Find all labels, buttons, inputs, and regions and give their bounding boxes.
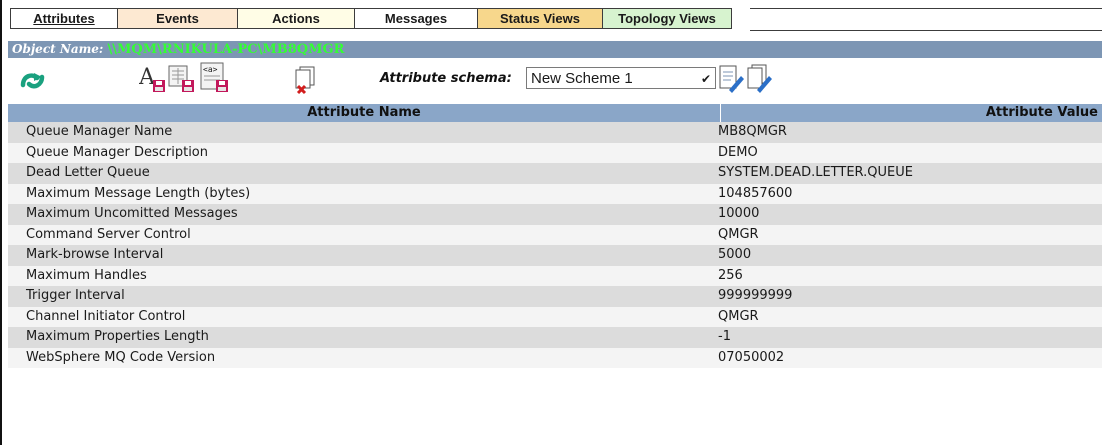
table-row[interactable]: Queue Manager Name MB8QMGR [8, 122, 1102, 143]
chevron-down-icon: ✔ [700, 72, 711, 86]
attribute-value-cell: 999999999 [718, 288, 793, 303]
tab-status-views[interactable]: Status Views [477, 8, 602, 29]
attribute-name-cell: Maximum Properties Length [26, 329, 209, 344]
table-row[interactable]: Maximum Uncomitted Messages 10000 [8, 204, 1102, 225]
attribute-name-cell: Maximum Uncomitted Messages [26, 206, 238, 221]
table-row[interactable]: Command Server Control QMGR [8, 224, 1102, 245]
object-name-value: \\MQM\RNIKULA-PC\MB8QMGR [107, 42, 345, 57]
delete-icon[interactable] [294, 66, 318, 100]
object-name-caption: Object Name: [12, 42, 104, 56]
attribute-value-cell: MB8QMGR [718, 124, 787, 139]
attribute-schema-label: Attribute schema: [380, 71, 512, 86]
tab-actions[interactable]: Actions [237, 8, 354, 29]
attribute-name-cell: Command Server Control [26, 226, 191, 242]
tab-messages[interactable]: Messages [354, 8, 477, 29]
object-name-bar: Object Name: \\MQM\RNIKULA-PC\MB8QMGR [8, 41, 1102, 58]
table-row[interactable]: WebSphere MQ Code Version 07050002 [8, 347, 1102, 368]
table-row[interactable]: Trigger Interval 999999999 [8, 286, 1102, 307]
attribute-name-cell: Channel Initiator Control [26, 308, 186, 324]
attribute-value-cell: 10000 [718, 206, 760, 221]
attribute-name-cell: Dead Letter Queue [26, 165, 150, 180]
attribute-value-header[interactable]: Attribute Value [720, 104, 1102, 122]
attribute-name-cell: Mark-browse Interval [26, 247, 164, 262]
attribute-schema-select[interactable]: New Scheme 1 ✔ [526, 67, 716, 89]
tab-events[interactable]: Events [117, 8, 237, 29]
attribute-value-cell: -1 [718, 329, 731, 344]
edit-schema-icon[interactable] [719, 64, 745, 98]
save-xml-icon[interactable]: <a> [200, 62, 230, 98]
attribute-name-cell: Queue Manager Description [26, 144, 208, 160]
tab-attributes[interactable]: Attributes [10, 8, 117, 29]
attribute-name-cell: WebSphere MQ Code Version [26, 349, 216, 365]
attribute-value-cell: 104857600 [718, 185, 793, 201]
attribute-value-cell: 256 [718, 267, 743, 283]
new-schema-icon[interactable] [747, 64, 775, 98]
attribute-name-cell: Queue Manager Name [26, 124, 173, 139]
object-name-label: Object Name: \\MQM\RNIKULA-PC\MB8QMGR [12, 41, 344, 58]
attribute-value-cell: DEMO [718, 144, 758, 160]
attribute-schema-value: New Scheme 1 [531, 70, 633, 87]
save-table-icon[interactable] [168, 64, 196, 98]
attribute-value-cell: 5000 [718, 247, 752, 262]
attribute-value-cell: SYSTEM.DEAD.LETTER.QUEUE [718, 165, 913, 180]
svg-text:<a>: <a> [203, 65, 218, 74]
save-font-icon[interactable]: A [138, 64, 167, 98]
table-row[interactable]: Queue Manager Description DEMO [8, 142, 1102, 163]
attribute-value-cell: QMGR [718, 308, 759, 324]
table-row[interactable]: Mark-browse Interval 5000 [8, 245, 1102, 266]
attribute-value-cell: QMGR [718, 226, 759, 242]
table-row[interactable]: Maximum Handles 256 [8, 265, 1102, 286]
toolbar: A <a> Attribute schema: New Scheme 1 ✔ [8, 58, 1102, 102]
attributes-table: Attribute Name Attribute Value Queue Man… [8, 104, 1102, 368]
table-row[interactable]: Maximum Properties Length -1 [8, 327, 1102, 348]
refresh-icon[interactable] [20, 70, 46, 96]
tab-bar: Attributes Events Actions Messages Status Vi… [10, 8, 732, 29]
table-row[interactable]: Channel Initiator Control QMGR [8, 306, 1102, 327]
table-header: Attribute Name Attribute Value [8, 104, 1102, 122]
attribute-name-header[interactable]: Attribute Name [8, 104, 720, 122]
attribute-name-cell: Maximum Message Length (bytes) [26, 185, 251, 201]
attribute-name-cell: Trigger Interval [26, 288, 125, 303]
table-row[interactable]: Dead Letter Queue SYSTEM.DEAD.LETTER.QUEU… [8, 163, 1102, 184]
attribute-value-cell: 07050002 [718, 349, 785, 365]
attribute-name-cell: Maximum Handles [26, 267, 147, 283]
tab-topology-views[interactable]: Topology Views [602, 8, 732, 29]
table-body: Queue Manager Name MB8QMGR Queue Manager D… [8, 122, 1102, 368]
tab-bar-line [750, 8, 1102, 31]
table-row[interactable]: Maximum Message Length (bytes) 104857600 [8, 183, 1102, 204]
